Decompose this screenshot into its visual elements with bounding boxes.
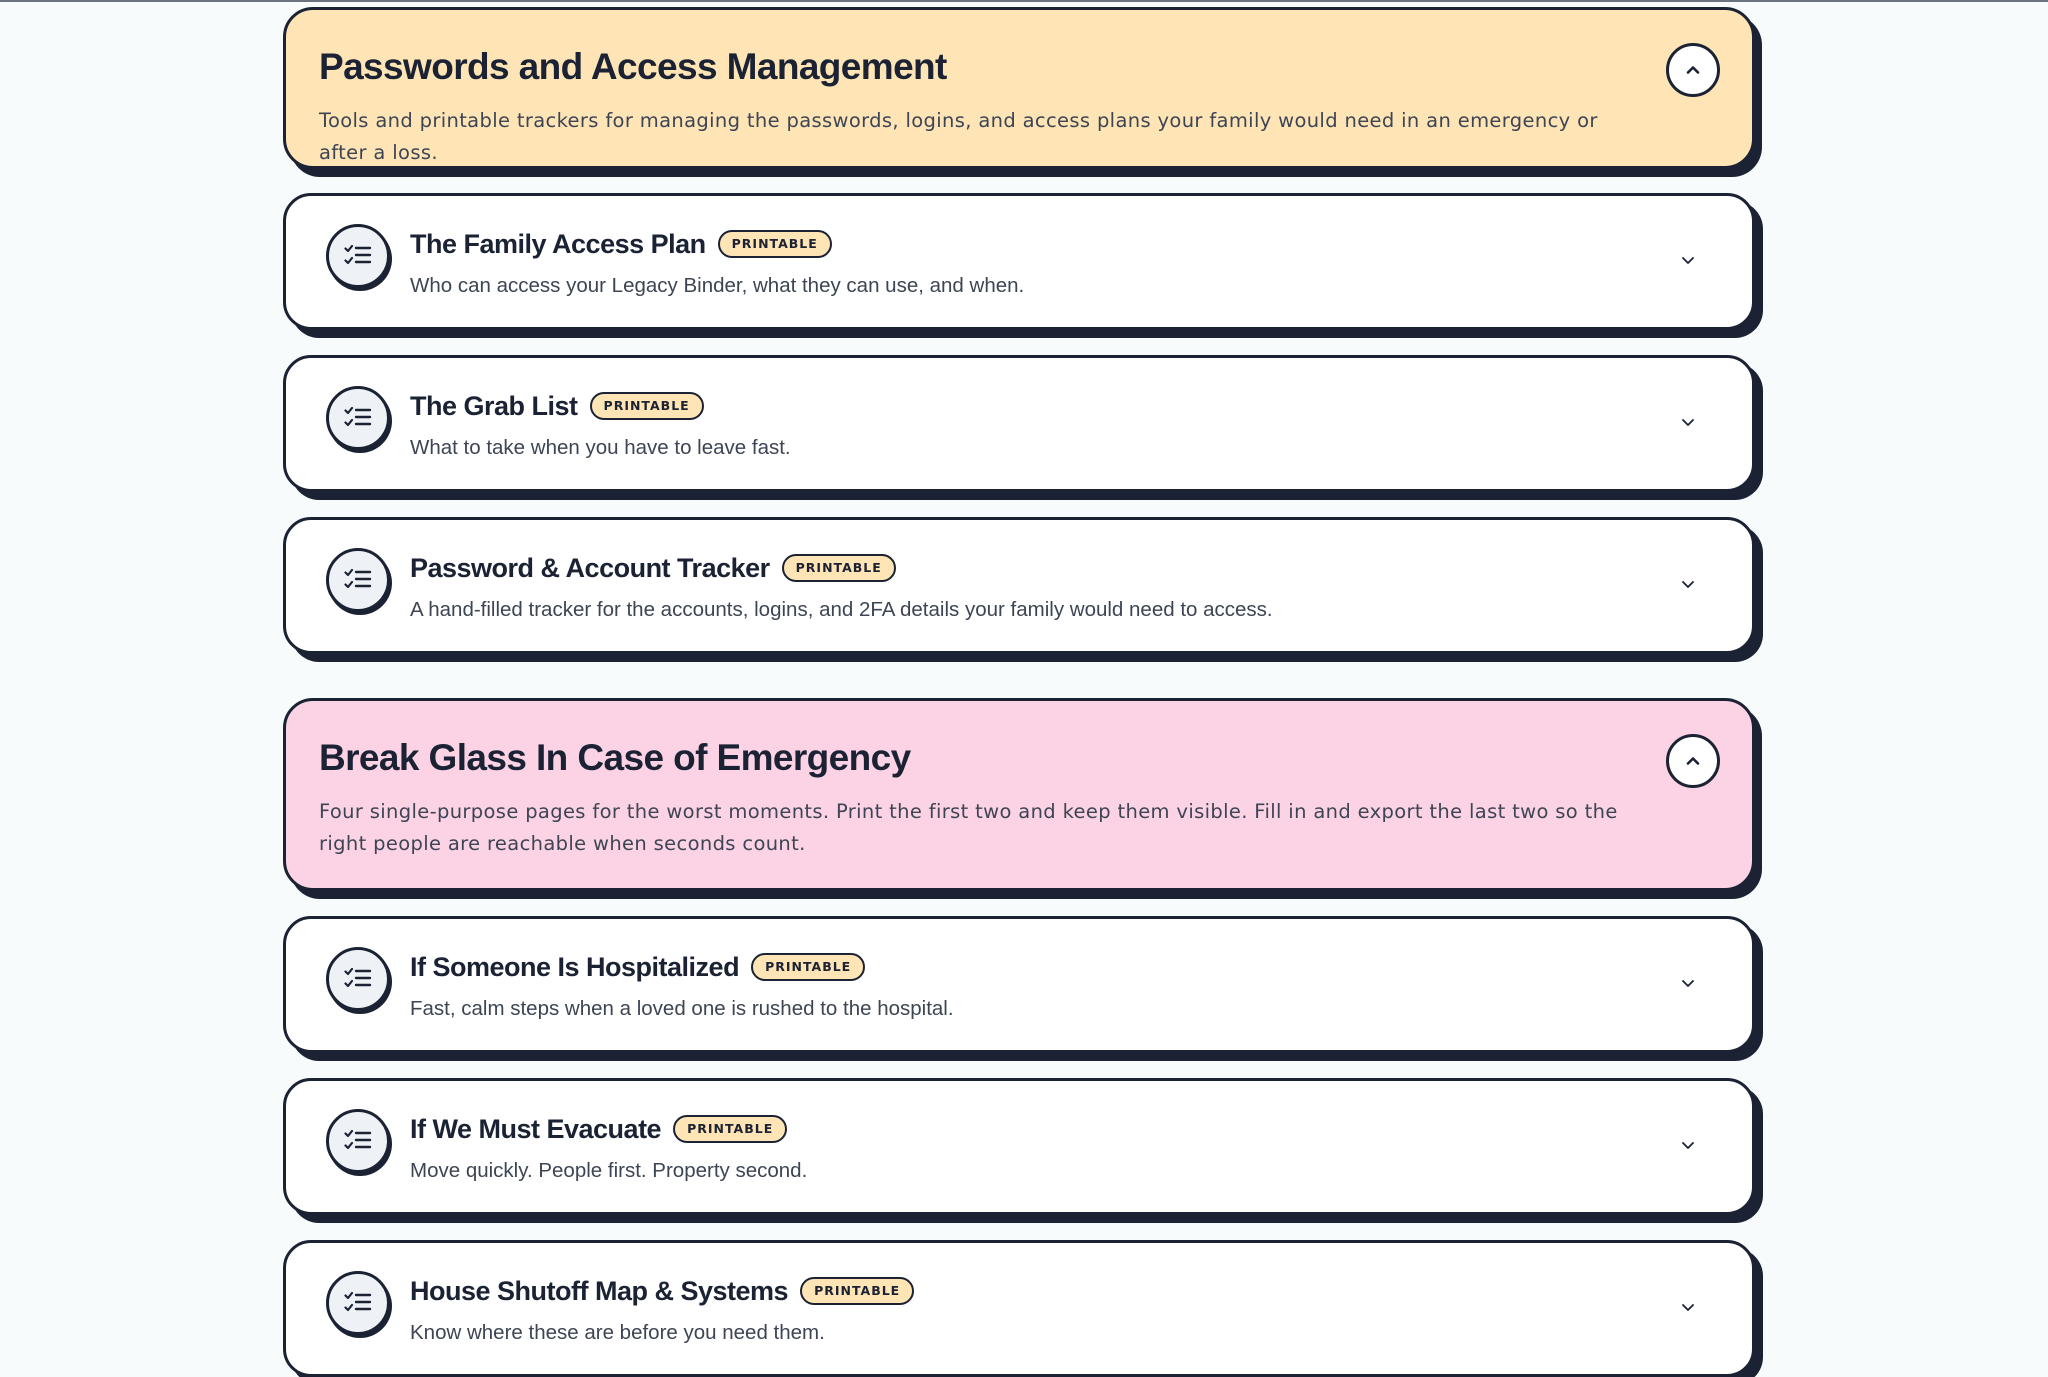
item-title: The Grab List <box>410 391 578 421</box>
collapse-button[interactable] <box>1666 43 1720 97</box>
list-item[interactable]: The Grab List PRINTABLE What to take whe… <box>283 355 1755 492</box>
top-divider <box>0 0 2048 2</box>
item-title: Password & Account Tracker <box>410 553 770 583</box>
chevron-down-icon[interactable] <box>1676 572 1700 596</box>
collapse-button[interactable] <box>1666 734 1720 788</box>
chevron-down-icon[interactable] <box>1676 410 1700 434</box>
list-item[interactable]: If Someone Is Hospitalized PRINTABLE Fas… <box>283 916 1755 1053</box>
chevron-down-icon[interactable] <box>1676 1133 1700 1157</box>
list-item[interactable]: The Family Access Plan PRINTABLE Who can… <box>283 193 1755 330</box>
list-item[interactable]: If We Must Evacuate PRINTABLE Move quick… <box>283 1078 1755 1215</box>
printable-badge: PRINTABLE <box>800 1277 915 1305</box>
item-description: Move quickly. People first. Property sec… <box>410 1159 808 1182</box>
item-description: Fast, calm steps when a loved one is rus… <box>410 997 954 1020</box>
printable-badge: PRINTABLE <box>589 392 704 420</box>
accordion-list: Passwords and Access Management Tools an… <box>283 7 1755 1377</box>
section-header-break-glass[interactable]: Break Glass In Case of Emergency Four si… <box>283 698 1755 891</box>
checklist-icon <box>326 947 390 1011</box>
printable-badge: PRINTABLE <box>751 953 866 981</box>
checklist-icon <box>326 1271 390 1335</box>
checklist-icon <box>326 386 390 450</box>
item-title: If Someone Is Hospitalized <box>410 952 740 982</box>
chevron-up-icon <box>1686 66 1700 74</box>
item-title: The Family Access Plan <box>410 229 706 259</box>
checklist-icon <box>326 548 390 612</box>
item-description: What to take when you have to leave fast… <box>410 436 791 459</box>
section-title: Break Glass In Case of Emergency <box>319 737 911 778</box>
item-description: A hand-filled tracker for the accounts, … <box>410 598 1273 621</box>
printable-badge: PRINTABLE <box>673 1115 788 1143</box>
chevron-down-icon[interactable] <box>1676 248 1700 272</box>
chevron-down-icon[interactable] <box>1676 971 1700 995</box>
section-header-passwords[interactable]: Passwords and Access Management Tools an… <box>283 7 1755 169</box>
section-description: Tools and printable trackers for managin… <box>319 109 1598 164</box>
section-description: Four single-purpose pages for the worst … <box>319 800 1618 855</box>
item-description: Who can access your Legacy Binder, what … <box>410 274 1025 297</box>
section-title: Passwords and Access Management <box>319 46 947 87</box>
list-item[interactable]: Password & Account Tracker PRINTABLE A h… <box>283 517 1755 654</box>
checklist-icon <box>326 224 390 288</box>
checklist-icon <box>326 1109 390 1173</box>
chevron-up-icon <box>1686 757 1700 765</box>
chevron-down-icon[interactable] <box>1676 1295 1700 1319</box>
item-title: House Shutoff Map & Systems <box>410 1276 789 1306</box>
item-title: If We Must Evacuate <box>410 1114 662 1144</box>
printable-badge: PRINTABLE <box>781 554 896 582</box>
printable-badge: PRINTABLE <box>717 230 832 258</box>
item-description: Know where these are before you need the… <box>410 1321 825 1344</box>
list-item[interactable]: House Shutoff Map & Systems PRINTABLE Kn… <box>283 1240 1755 1377</box>
